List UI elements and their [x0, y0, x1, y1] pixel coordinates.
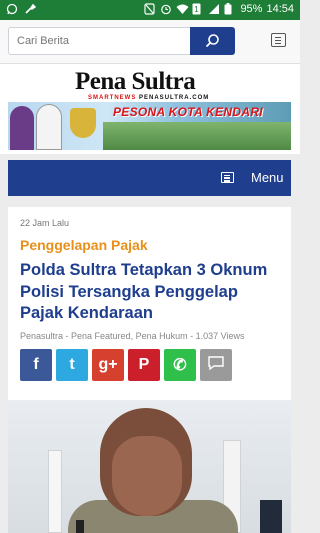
whatsapp-icon: ✆ [173, 357, 187, 374]
banner-person-image [10, 106, 34, 150]
google-plus-share-button[interactable]: g+ [92, 349, 124, 381]
tools-icon [24, 3, 37, 15]
article-meta: Penasultra - Pena Featured, Pena Hukum -… [20, 331, 245, 341]
banner-ad[interactable]: PESONA KOTA KENDARI [8, 102, 291, 150]
face-shape [112, 436, 182, 516]
facebook-share-button[interactable]: f [20, 349, 52, 381]
article-category[interactable]: Penggelapan Pajak [20, 237, 148, 253]
menu-icon [221, 172, 234, 183]
pillar-shape [48, 450, 62, 533]
background-people-shape [260, 500, 282, 533]
share-buttons: f t g+ P ✆ [20, 349, 232, 381]
whatsapp-icon [6, 3, 18, 15]
menu-bar[interactable]: Menu [8, 160, 291, 196]
article-date: 22 Jam Lalu [20, 218, 70, 228]
status-bar: 1 95% 14:54 [0, 0, 300, 20]
wifi-icon [176, 3, 189, 15]
sim-icon: 1 [192, 3, 204, 15]
article-title[interactable]: Polda Sultra Tetapkan 3 Oknum Polisi Ter… [20, 260, 282, 325]
signal-icon [208, 3, 220, 15]
whatsapp-share-button[interactable]: ✆ [164, 349, 196, 381]
comment-icon [207, 355, 225, 376]
google-plus-icon: g+ [98, 356, 118, 373]
battery-percentage: 95% [240, 3, 263, 15]
microphone-shape [76, 520, 84, 533]
facebook-icon: f [33, 356, 39, 373]
svg-text:1: 1 [195, 5, 200, 14]
comment-share-button[interactable] [200, 349, 232, 381]
banner-scenery-image [103, 122, 291, 150]
battery-icon [224, 3, 236, 15]
site-tagline: SMARTNEWS PENASULTRA.COM [88, 95, 210, 101]
search-button[interactable] [190, 27, 235, 55]
banner-text: PESONA KOTA KENDARI [113, 105, 263, 119]
site-branding: Pena Sultra SMARTNEWS PENASULTRA.COM PES… [0, 64, 300, 154]
search-header [0, 20, 300, 64]
hamburger-icon[interactable] [271, 33, 286, 47]
banner-person-image [36, 104, 62, 150]
mute-icon [144, 3, 156, 15]
pinterest-icon: P [138, 356, 150, 373]
article-image[interactable] [8, 400, 291, 533]
site-logo[interactable]: Pena Sultra [75, 68, 196, 96]
pinterest-share-button[interactable]: P [128, 349, 160, 381]
city-seal-image [70, 108, 96, 138]
menu-label: Menu [251, 170, 284, 185]
article-card: 22 Jam Lalu Penggelapan Pajak Polda Sult… [8, 207, 291, 533]
alarm-icon [160, 3, 172, 15]
twitter-icon: t [69, 356, 75, 373]
search-icon [206, 34, 219, 47]
search-input[interactable] [8, 27, 192, 55]
twitter-share-button[interactable]: t [56, 349, 88, 381]
clock: 14:54 [266, 3, 294, 15]
